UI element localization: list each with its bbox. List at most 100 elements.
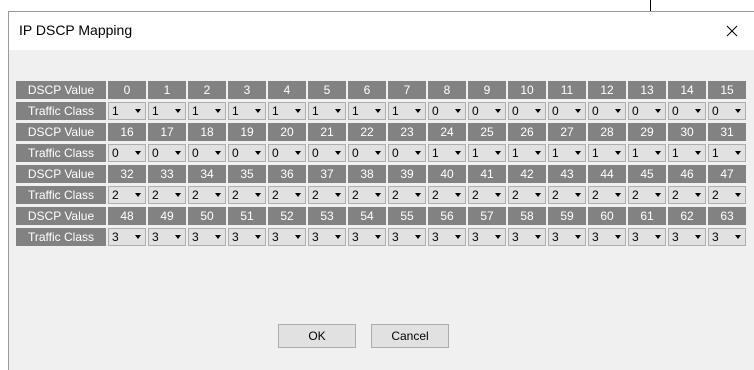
traffic-class-select[interactable]: 3 [508, 228, 546, 246]
traffic-class-select[interactable]: 3 [708, 228, 746, 246]
traffic-class-select[interactable]: 0 [708, 102, 746, 120]
traffic-class-selected-value: 2 [272, 188, 279, 202]
traffic-class-selected-value: 2 [672, 188, 679, 202]
traffic-class-select[interactable]: 1 [668, 144, 706, 162]
dropdown-arrow-icon [375, 235, 381, 239]
traffic-class-selected-value: 2 [472, 188, 479, 202]
traffic-class-select[interactable]: 2 [428, 186, 466, 204]
traffic-class-select[interactable]: 2 [588, 186, 626, 204]
dropdown-arrow-icon [175, 151, 181, 155]
dropdown-arrow-icon [575, 151, 581, 155]
traffic-class-select[interactable]: 0 [148, 144, 186, 162]
dropdown-arrow-icon [135, 109, 141, 113]
traffic-class-select[interactable]: 1 [268, 102, 306, 120]
traffic-class-select[interactable]: 1 [388, 102, 426, 120]
traffic-class-select[interactable]: 3 [108, 228, 146, 246]
dscp-value-cell: 38 [348, 165, 386, 183]
dropdown-arrow-icon [735, 109, 741, 113]
traffic-class-selected-value: 0 [592, 104, 599, 118]
cancel-button[interactable]: Cancel [371, 324, 449, 348]
traffic-class-select[interactable]: 3 [188, 228, 226, 246]
traffic-class-select[interactable]: 0 [628, 102, 666, 120]
traffic-class-select[interactable]: 2 [708, 186, 746, 204]
dropdown-arrow-icon [535, 235, 541, 239]
dscp-value-cell: 16 [108, 123, 146, 141]
traffic-class-label: Traffic Class [16, 228, 106, 246]
dscp-value-cell: 54 [348, 207, 386, 225]
traffic-class-select[interactable]: 1 [228, 102, 266, 120]
traffic-class-select[interactable]: 0 [548, 102, 586, 120]
traffic-class-select[interactable]: 3 [628, 228, 666, 246]
traffic-class-selected-value: 3 [672, 230, 679, 244]
traffic-class-select[interactable]: 2 [348, 186, 386, 204]
traffic-class-select[interactable]: 1 [628, 144, 666, 162]
traffic-class-select[interactable]: 3 [268, 228, 306, 246]
traffic-class-select[interactable]: 2 [628, 186, 666, 204]
dscp-value-label: DSCP Value [16, 207, 106, 225]
traffic-class-select[interactable]: 3 [228, 228, 266, 246]
traffic-class-select[interactable]: 0 [668, 102, 706, 120]
traffic-class-select[interactable]: 0 [108, 144, 146, 162]
traffic-class-select[interactable]: 0 [428, 102, 466, 120]
traffic-class-select[interactable]: 3 [588, 228, 626, 246]
traffic-class-select[interactable]: 1 [188, 102, 226, 120]
traffic-class-select[interactable]: 2 [228, 186, 266, 204]
traffic-class-select[interactable]: 3 [468, 228, 506, 246]
ok-button[interactable]: OK [278, 324, 356, 348]
dscp-value-cell: 3 [228, 81, 266, 99]
dropdown-arrow-icon [375, 193, 381, 197]
dscp-value-cell: 15 [708, 81, 746, 99]
dscp-value-cell: 61 [628, 207, 666, 225]
traffic-class-selected-value: 0 [552, 104, 559, 118]
traffic-class-select[interactable]: 1 [428, 144, 466, 162]
traffic-class-select[interactable]: 3 [428, 228, 466, 246]
dscp-value-cell: 26 [508, 123, 546, 141]
dropdown-arrow-icon [215, 151, 221, 155]
traffic-class-select[interactable]: 0 [468, 102, 506, 120]
dscp-value-cell: 5 [308, 81, 346, 99]
traffic-class-select[interactable]: 2 [268, 186, 306, 204]
dscp-value-cell: 2 [188, 81, 226, 99]
traffic-class-select[interactable]: 2 [108, 186, 146, 204]
traffic-class-select[interactable]: 3 [148, 228, 186, 246]
dscp-value-cell: 52 [268, 207, 306, 225]
traffic-class-select[interactable]: 3 [348, 228, 386, 246]
traffic-class-select[interactable]: 0 [308, 144, 346, 162]
traffic-class-select[interactable]: 1 [588, 144, 626, 162]
traffic-class-select[interactable]: 2 [388, 186, 426, 204]
traffic-class-select[interactable]: 2 [668, 186, 706, 204]
traffic-class-select[interactable]: 1 [468, 144, 506, 162]
dscp-value-cell: 56 [428, 207, 466, 225]
traffic-class-select[interactable]: 2 [508, 186, 546, 204]
traffic-class-select[interactable]: 1 [348, 102, 386, 120]
traffic-class-select[interactable]: 2 [148, 186, 186, 204]
traffic-class-select[interactable]: 0 [508, 102, 546, 120]
traffic-class-select[interactable]: 0 [348, 144, 386, 162]
traffic-class-select[interactable]: 1 [308, 102, 346, 120]
traffic-class-select[interactable]: 2 [188, 186, 226, 204]
traffic-class-select[interactable]: 0 [588, 102, 626, 120]
traffic-class-select[interactable]: 2 [548, 186, 586, 204]
close-icon [726, 25, 738, 37]
close-button[interactable] [717, 16, 747, 46]
traffic-class-select[interactable]: 3 [388, 228, 426, 246]
traffic-class-select[interactable]: 0 [268, 144, 306, 162]
traffic-class-select[interactable]: 2 [308, 186, 346, 204]
dropdown-arrow-icon [655, 151, 661, 155]
dropdown-arrow-icon [735, 151, 741, 155]
traffic-class-select[interactable]: 1 [108, 102, 146, 120]
traffic-class-selected-value: 1 [672, 146, 679, 160]
traffic-class-select[interactable]: 1 [508, 144, 546, 162]
traffic-class-select[interactable]: 3 [668, 228, 706, 246]
traffic-class-select[interactable]: 2 [468, 186, 506, 204]
traffic-class-select[interactable]: 1 [548, 144, 586, 162]
traffic-class-select[interactable]: 0 [228, 144, 266, 162]
dropdown-arrow-icon [415, 235, 421, 239]
traffic-class-select[interactable]: 1 [148, 102, 186, 120]
traffic-class-select[interactable]: 1 [708, 144, 746, 162]
traffic-class-select[interactable]: 3 [308, 228, 346, 246]
traffic-class-select[interactable]: 0 [188, 144, 226, 162]
traffic-class-label: Traffic Class [16, 186, 106, 204]
traffic-class-select[interactable]: 0 [388, 144, 426, 162]
traffic-class-select[interactable]: 3 [548, 228, 586, 246]
